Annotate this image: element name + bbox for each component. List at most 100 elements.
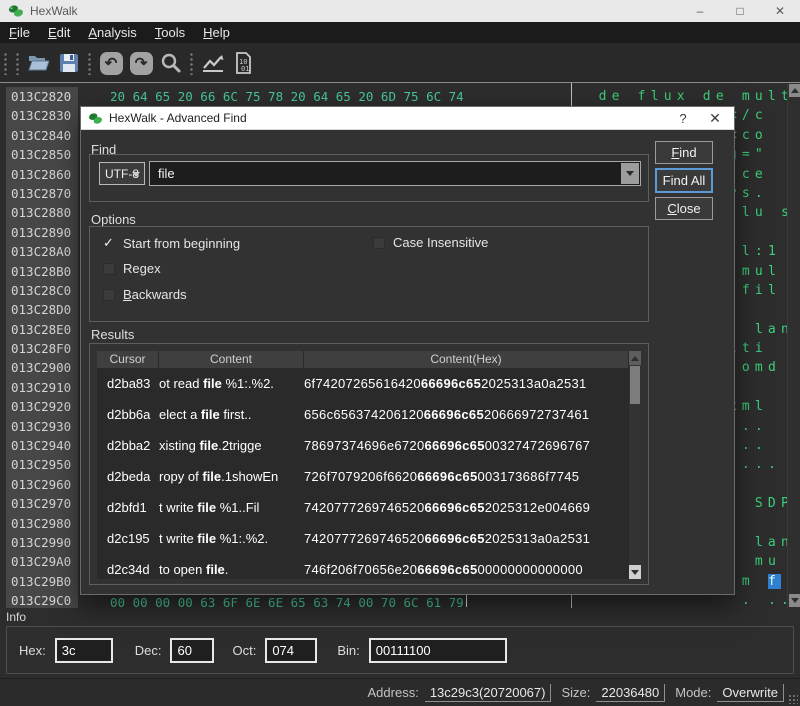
result-row[interactable]: d2bba2 xisting file.2trigge 78697374696e… bbox=[97, 430, 641, 461]
result-row[interactable]: d2c34d to open file. 746f206f70656e20666… bbox=[97, 554, 641, 579]
checkbox-backwards[interactable]: ✓ Backwards bbox=[103, 287, 187, 302]
find-button[interactable]: Find bbox=[655, 141, 713, 164]
result-row[interactable]: d2bb6a elect a file first.. 656c65637420… bbox=[97, 399, 641, 430]
minimize-button[interactable]: – bbox=[680, 0, 720, 22]
close-dialog-button[interactable]: Close bbox=[655, 197, 713, 220]
address-row[interactable]: 013C2860 bbox=[6, 165, 78, 184]
binary-file-icon: 10 01 bbox=[233, 51, 253, 75]
address-row[interactable]: 013C29C0 bbox=[6, 591, 78, 608]
menu-analysis[interactable]: Analysis bbox=[79, 23, 145, 42]
address-row[interactable]: 013C2990 bbox=[6, 533, 78, 552]
ascii-row[interactable]: de flux de mult bbox=[577, 87, 794, 106]
menu-edit[interactable]: Edit bbox=[39, 23, 79, 42]
search-button[interactable] bbox=[156, 48, 186, 78]
size-value: 22036480 bbox=[596, 684, 665, 702]
address-row[interactable]: 013C2820 bbox=[6, 87, 78, 106]
address-row[interactable]: 013C28D0 bbox=[6, 300, 78, 319]
main-vertical-scrollbar[interactable] bbox=[787, 83, 800, 608]
dialog-close-button[interactable]: ✕ bbox=[700, 107, 730, 130]
close-button[interactable]: ✕ bbox=[760, 0, 800, 22]
encoding-select[interactable]: UTF-8 bbox=[99, 162, 145, 185]
results-scrollbar[interactable] bbox=[629, 351, 641, 579]
result-content: xisting file.2trigge bbox=[159, 438, 304, 453]
undo-button[interactable]: ↶ bbox=[96, 48, 126, 78]
results-scrollbar-thumb[interactable] bbox=[630, 366, 640, 404]
address-row[interactable]: 013C2880 bbox=[6, 203, 78, 222]
address-row[interactable]: 013C29B0 bbox=[6, 572, 78, 591]
address-row[interactable]: 013C2850 bbox=[6, 145, 78, 164]
address-row[interactable]: 013C28F0 bbox=[6, 339, 78, 358]
result-content: t write file %1..Fil bbox=[159, 500, 304, 515]
maximize-button[interactable]: □ bbox=[720, 0, 760, 22]
scroll-up-button[interactable] bbox=[789, 84, 800, 97]
address-column: 013C2820013C2830013C2840013C2850013C2860… bbox=[6, 87, 78, 608]
result-content: to open file. bbox=[159, 562, 304, 577]
address-row[interactable]: 013C28C0 bbox=[6, 281, 78, 300]
results-scroll-down-button[interactable] bbox=[629, 565, 641, 579]
address-row[interactable]: 013C2920 bbox=[6, 397, 78, 416]
address-row[interactable]: 013C2890 bbox=[6, 223, 78, 242]
bin-field-input[interactable]: 00111100 bbox=[369, 638, 507, 663]
dialog-titlebar[interactable]: HexWalk - Advanced Find ? ✕ bbox=[81, 107, 734, 130]
column-header-cursor[interactable]: Cursor bbox=[97, 351, 159, 368]
dec-field-label: Dec: bbox=[135, 643, 162, 658]
address-row[interactable]: 013C2830 bbox=[6, 106, 78, 125]
toolbar-grip[interactable] bbox=[189, 51, 195, 75]
address-row[interactable]: 013C29A0 bbox=[6, 552, 78, 571]
address-row[interactable]: 013C2910 bbox=[6, 378, 78, 397]
checkbox-start-from-beginning[interactable]: ✓ Start from beginning bbox=[103, 235, 240, 251]
checkbox-case-insensitive[interactable]: ✓ Case Insensitive bbox=[373, 235, 488, 250]
redo-button[interactable]: ↷ bbox=[126, 48, 156, 78]
info-panel: Hex: 3c Dec: 60 Oct: 074 Bin: 00111100 bbox=[6, 626, 794, 674]
oct-field-input[interactable]: 074 bbox=[265, 638, 317, 663]
result-content-hex: 742077726974652066696c652025313a0a2531 bbox=[304, 531, 629, 546]
column-header-content[interactable]: Content bbox=[159, 351, 304, 368]
hex-caret bbox=[466, 593, 467, 607]
menu-file[interactable]: File bbox=[0, 23, 39, 42]
result-content-hex: 742077726974652066696c652025312e004669 bbox=[304, 500, 629, 515]
binary-analysis-button[interactable]: 10 01 bbox=[228, 48, 258, 78]
find-all-button[interactable]: Find All bbox=[655, 168, 713, 193]
hex-field-input[interactable]: 3c bbox=[55, 638, 113, 663]
chart-button[interactable] bbox=[198, 48, 228, 78]
open-folder-icon bbox=[27, 53, 51, 73]
address-row[interactable]: 013C2900 bbox=[6, 358, 78, 377]
address-row[interactable]: 013C28E0 bbox=[6, 320, 78, 339]
address-row[interactable]: 013C28B0 bbox=[6, 262, 78, 281]
toolbar-grip[interactable] bbox=[87, 51, 93, 75]
save-file-button[interactable] bbox=[54, 48, 84, 78]
column-header-content-hex[interactable]: Content(Hex) bbox=[304, 351, 629, 368]
hex-bytes-row-bottom[interactable]: 00 00 00 00 63 6F 6E 6E 65 63 74 00 70 6… bbox=[110, 595, 464, 608]
hex-bytes-row-top[interactable]: 20 64 65 20 66 6C 75 78 20 64 65 20 6D 7… bbox=[110, 89, 464, 104]
mode-value[interactable]: Overwrite bbox=[717, 684, 784, 702]
scroll-down-button[interactable] bbox=[789, 594, 800, 607]
toolbar-grip[interactable] bbox=[15, 51, 21, 75]
search-history-dropdown-button[interactable] bbox=[621, 163, 639, 184]
result-row[interactable]: d2beda ropy of file.1showEn 726f7079206f… bbox=[97, 461, 641, 492]
resize-grip[interactable] bbox=[788, 694, 798, 704]
menu-tools[interactable]: Tools bbox=[146, 23, 194, 42]
address-row[interactable]: 013C2870 bbox=[6, 184, 78, 203]
checkbox-regex[interactable]: ✓ Regex bbox=[103, 261, 161, 276]
mode-label: Mode: bbox=[675, 685, 711, 700]
result-row[interactable]: d2bfd1 t write file %1..Fil 742077726974… bbox=[97, 492, 641, 523]
results-scroll-up-button[interactable] bbox=[629, 351, 641, 365]
search-icon bbox=[160, 52, 182, 74]
open-file-button[interactable] bbox=[24, 48, 54, 78]
toolbar-grip[interactable] bbox=[3, 51, 9, 75]
dialog-help-button[interactable]: ? bbox=[668, 107, 698, 130]
address-row[interactable]: 013C2960 bbox=[6, 475, 78, 494]
address-row[interactable]: 013C2950 bbox=[6, 455, 78, 474]
result-row[interactable]: d2ba83 ot read file %1:.%2. 6f7420726561… bbox=[97, 368, 641, 399]
address-row[interactable]: 013C2940 bbox=[6, 436, 78, 455]
address-row[interactable]: 013C2930 bbox=[6, 417, 78, 436]
address-row[interactable]: 013C28A0 bbox=[6, 242, 78, 261]
address-row[interactable]: 013C2970 bbox=[6, 494, 78, 513]
result-row[interactable]: d2c195 t write file %1:.%2. 742077726974… bbox=[97, 523, 641, 554]
address-row[interactable]: 013C2840 bbox=[6, 126, 78, 145]
status-bar: Address: 13c29c3(20720067) Size: 2203648… bbox=[0, 678, 800, 706]
dec-field-input[interactable]: 60 bbox=[170, 638, 214, 663]
search-input[interactable]: file bbox=[149, 161, 641, 186]
menu-help[interactable]: Help bbox=[194, 23, 239, 42]
address-row[interactable]: 013C2980 bbox=[6, 514, 78, 533]
